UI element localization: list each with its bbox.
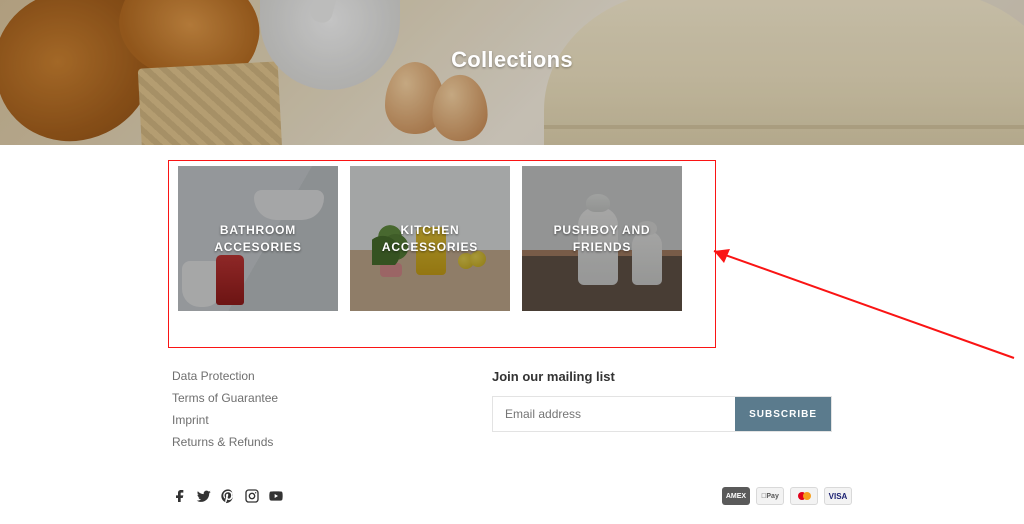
mastercard-icon <box>790 487 818 505</box>
footer-link-data-protection[interactable]: Data Protection <box>172 369 492 383</box>
collections-section: BATHROOM ACCESORIES KITCHEN ACCESSORIES … <box>172 160 852 317</box>
collection-label: KITCHEN ACCESSORIES <box>358 222 502 254</box>
facebook-icon[interactable] <box>172 488 188 504</box>
newsletter: Join our mailing list SUBSCRIBE <box>492 369 852 457</box>
collection-tile-kitchen[interactable]: KITCHEN ACCESSORIES <box>350 166 510 311</box>
collection-tiles: BATHROOM ACCESORIES KITCHEN ACCESSORIES … <box>178 166 846 311</box>
hero-banner: Collections <box>0 0 1024 145</box>
footer: Data Protection Terms of Guarantee Impri… <box>172 369 852 457</box>
footer-link-terms[interactable]: Terms of Guarantee <box>172 391 492 405</box>
collection-label: BATHROOM ACCESORIES <box>186 222 330 254</box>
newsletter-form: SUBSCRIBE <box>492 396 832 432</box>
bottom-row: AMEX Pay VISA <box>172 487 852 505</box>
collection-label: PUSHBOY AND FRIENDS <box>530 222 674 254</box>
instagram-icon[interactable] <box>244 488 260 504</box>
collection-tile-bathroom[interactable]: BATHROOM ACCESORIES <box>178 166 338 311</box>
apple-pay-icon: Pay <box>756 487 784 505</box>
footer-link-imprint[interactable]: Imprint <box>172 413 492 427</box>
subscribe-button[interactable]: SUBSCRIBE <box>735 397 831 431</box>
social-icons <box>172 488 284 504</box>
payment-icons: AMEX Pay VISA <box>722 487 852 505</box>
amex-icon: AMEX <box>722 487 750 505</box>
footer-links: Data Protection Terms of Guarantee Impri… <box>172 369 492 457</box>
collection-tile-pushboy[interactable]: PUSHBOY AND FRIENDS <box>522 166 682 311</box>
visa-icon: VISA <box>824 487 852 505</box>
newsletter-heading: Join our mailing list <box>492 369 852 384</box>
email-field[interactable] <box>493 397 735 431</box>
page-title: Collections <box>0 47 1024 73</box>
youtube-icon[interactable] <box>268 488 284 504</box>
twitter-icon[interactable] <box>196 488 212 504</box>
pinterest-icon[interactable] <box>220 488 236 504</box>
footer-link-returns[interactable]: Returns & Refunds <box>172 435 492 449</box>
